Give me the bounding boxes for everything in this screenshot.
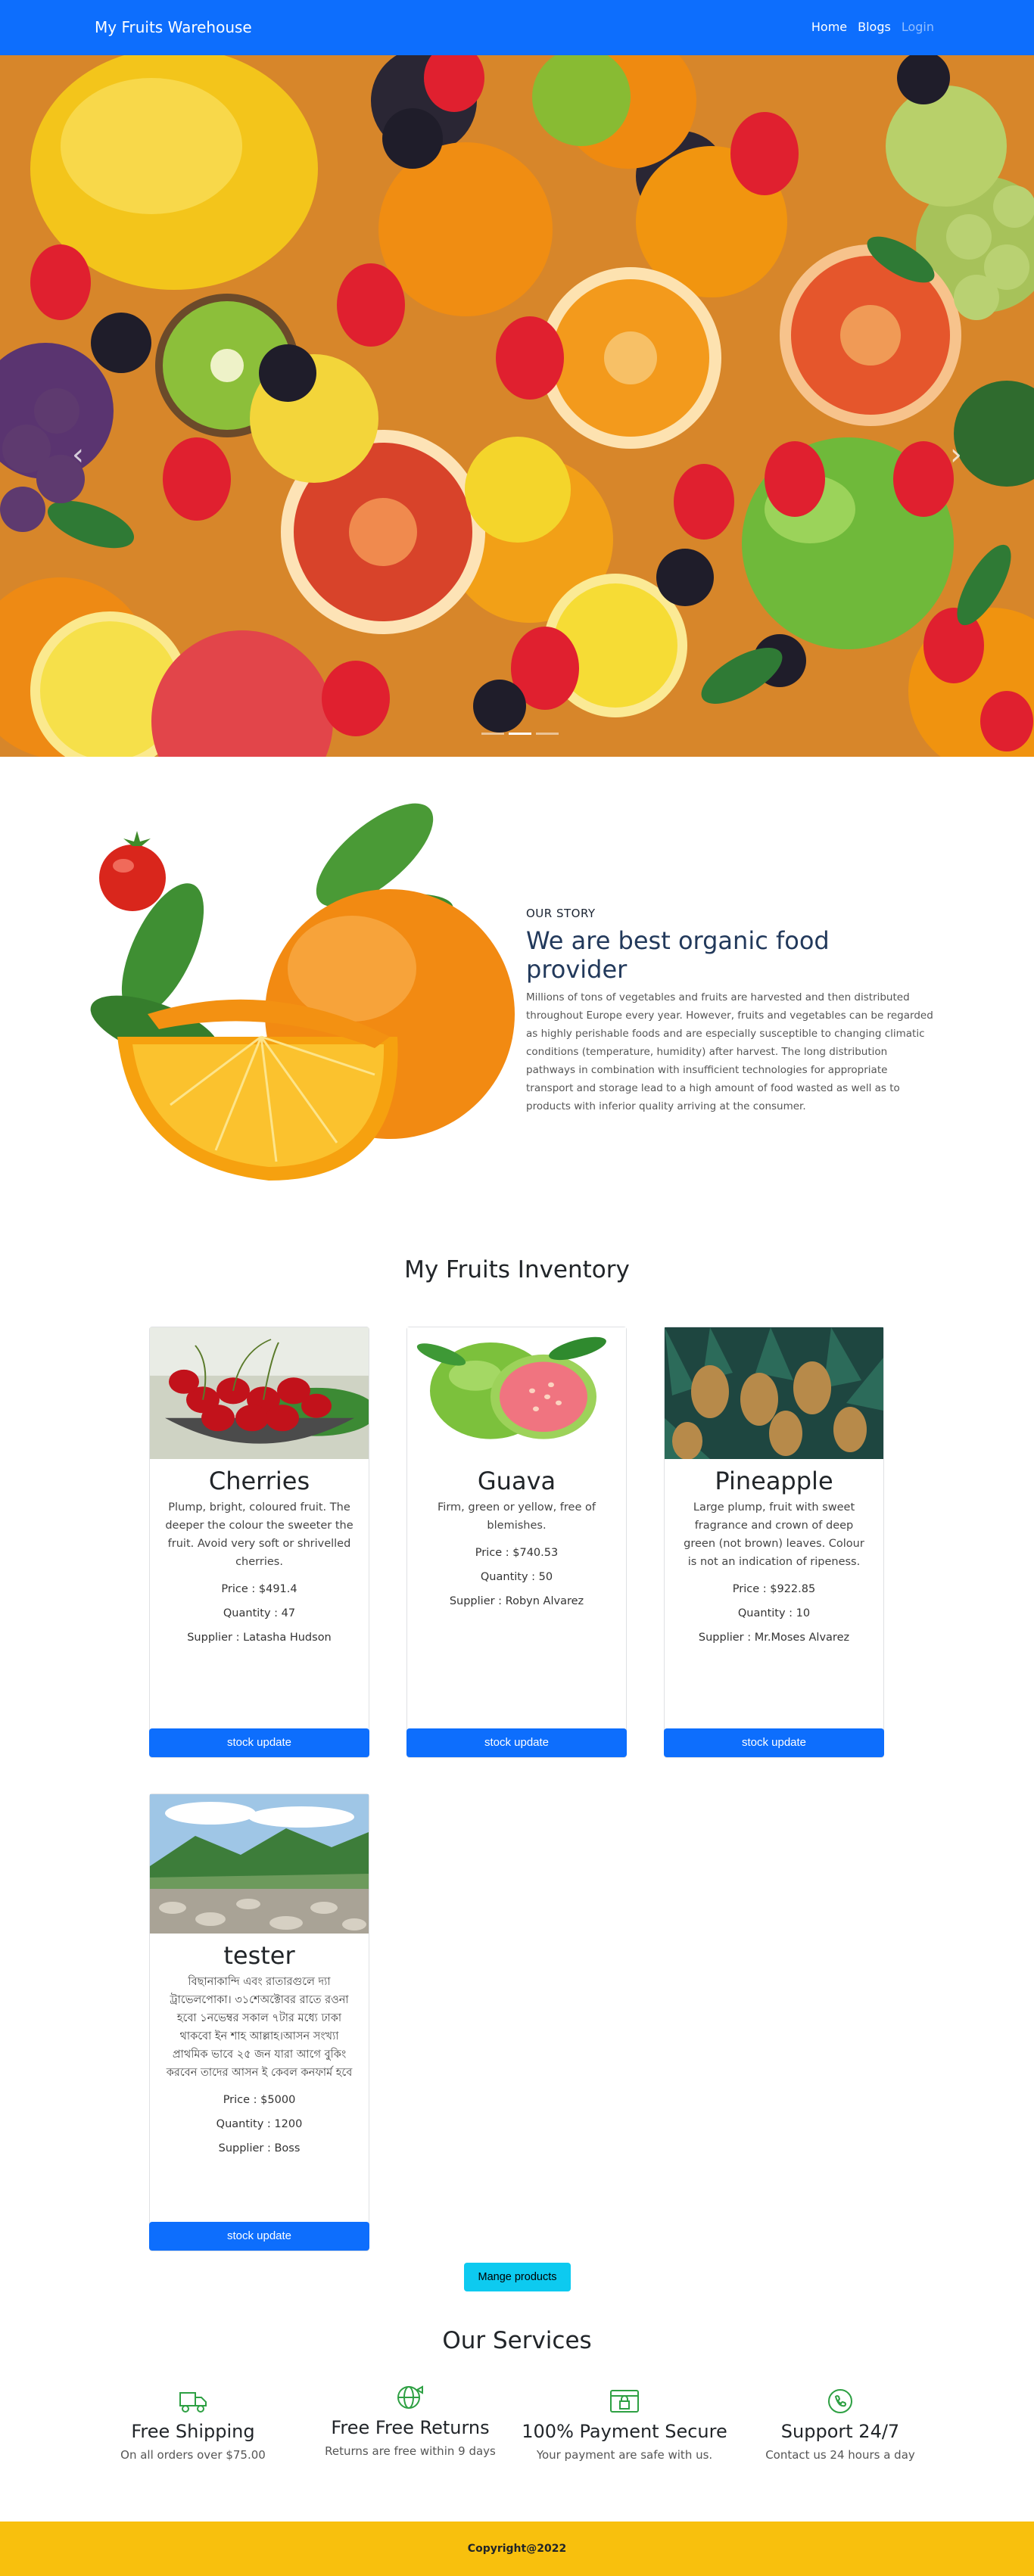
card-title: Guava [477, 1467, 556, 1495]
card-title: Cherries [208, 1467, 310, 1495]
cherries-image [150, 1327, 369, 1459]
manage-products-button[interactable]: Mange products [464, 2263, 571, 2291]
services-title: Our Services [442, 2327, 592, 2354]
carousel-indicators [481, 733, 559, 735]
carousel-next-icon[interactable]: › [950, 437, 962, 472]
service-item: Support 24/7 Contact us 24 hours a day [730, 2388, 950, 2462]
card-supplier: Supplier : Mr.Moses Alvarez [698, 1632, 850, 1644]
card-supplier: Supplier : Boss [218, 2142, 301, 2154]
service-item: Free Shipping On all orders over $75.00 [83, 2388, 303, 2462]
card-title: Pineapple [715, 1467, 833, 1495]
card-description: Firm, green or yellow, free of blemishes… [438, 1501, 596, 1532]
card-quantity: Quantity : 1200 [216, 2118, 303, 2130]
inventory-card-cherries: Cherries Plump, bright, coloured fruit. … [149, 1327, 369, 1758]
card-supplier: Supplier : Latasha Hudson [187, 1632, 332, 1644]
brand-link[interactable]: My Fruits Warehouse [95, 18, 252, 36]
carousel-indicator[interactable] [481, 733, 504, 735]
phone-icon [828, 2389, 852, 2413]
navbar: My Fruits Warehouse Home Blogs Login [0, 0, 1034, 55]
card-description: Plump, bright, coloured fruit. The deepe… [165, 1501, 353, 1568]
service-subtitle: Your payment are safe with us. [536, 2448, 713, 2462]
lock-icon [610, 2390, 639, 2413]
card-quantity: Quantity : 10 [737, 1607, 811, 1619]
service-item: 100% Payment Secure Your payment are saf… [515, 2388, 734, 2462]
service-title: 100% Payment Secure [522, 2421, 727, 2442]
truck-icon [179, 2392, 207, 2413]
inventory-card-tester: tester বিছানাকান্দি এবং রাতারগুলে দ্যা ট… [149, 1794, 369, 2251]
service-subtitle: On all orders over $75.00 [120, 2448, 266, 2462]
service-subtitle: Returns are free within 9 days [325, 2444, 496, 2458]
hero-carousel: ‹ › [0, 55, 1034, 757]
nav-links: Home Blogs Login [811, 20, 934, 34]
fruit-collage-image [0, 55, 1034, 757]
card-price: Price : $5000 [223, 2094, 296, 2106]
inventory-title: My Fruits Inventory [404, 1256, 630, 1283]
card-title: tester [223, 1941, 295, 1970]
nav-blogs-link[interactable]: Blogs [858, 20, 891, 34]
service-title: Free Free Returns [331, 2417, 490, 2438]
story-section: OUR STORY We are best organic food provi… [526, 907, 935, 1115]
footer: Copyright@2022 [0, 2522, 1034, 2576]
nav-home-link[interactable]: Home [811, 20, 847, 34]
carousel-indicator-active[interactable] [509, 733, 531, 735]
card-description: বিছানাকান্দি এবং রাতারগুলে দ্যা ট্রাভেলপ… [166, 1976, 353, 2079]
story-body: Millions of tons of vegetables and fruit… [526, 991, 933, 1112]
carousel-prev-icon[interactable]: ‹ [72, 437, 84, 472]
globe-icon [397, 2385, 423, 2409]
story-kicker: OUR STORY [526, 907, 596, 920]
card-quantity: Quantity : 50 [480, 1571, 553, 1583]
card-quantity: Quantity : 47 [223, 1607, 296, 1619]
pineapple-image [665, 1327, 883, 1459]
guava-image [407, 1327, 626, 1459]
orange-illustration [90, 803, 515, 1181]
stock-update-button[interactable]: stock update [149, 2222, 369, 2251]
story-title: We are best organic food provider [526, 926, 830, 984]
service-title: Support 24/7 [780, 2421, 900, 2442]
stock-update-button[interactable]: stock update [149, 1728, 369, 1757]
nav-login-link[interactable]: Login [902, 20, 934, 34]
inventory-card-pineapple: Pineapple Large plump, fruit with sweet … [664, 1327, 884, 1758]
service-subtitle: Contact us 24 hours a day [765, 2448, 915, 2462]
service-title: Free Shipping [131, 2421, 255, 2442]
stock-update-button[interactable]: stock update [664, 1728, 884, 1757]
service-item: Free Free Returns Returns are free withi… [301, 2384, 520, 2458]
river-landscape-image [150, 1794, 369, 1934]
carousel-indicator[interactable] [536, 733, 559, 735]
card-price: Price : $922.85 [732, 1583, 816, 1595]
card-supplier: Supplier : Robyn Alvarez [449, 1595, 584, 1607]
inventory-card-guava: Guava Firm, green or yellow, free of ble… [406, 1327, 627, 1758]
card-description: Large plump, fruit with sweet fragrance … [684, 1501, 864, 1568]
stock-update-button[interactable]: stock update [406, 1728, 627, 1757]
card-price: Price : $491.4 [221, 1583, 297, 1595]
card-price: Price : $740.53 [475, 1547, 559, 1559]
